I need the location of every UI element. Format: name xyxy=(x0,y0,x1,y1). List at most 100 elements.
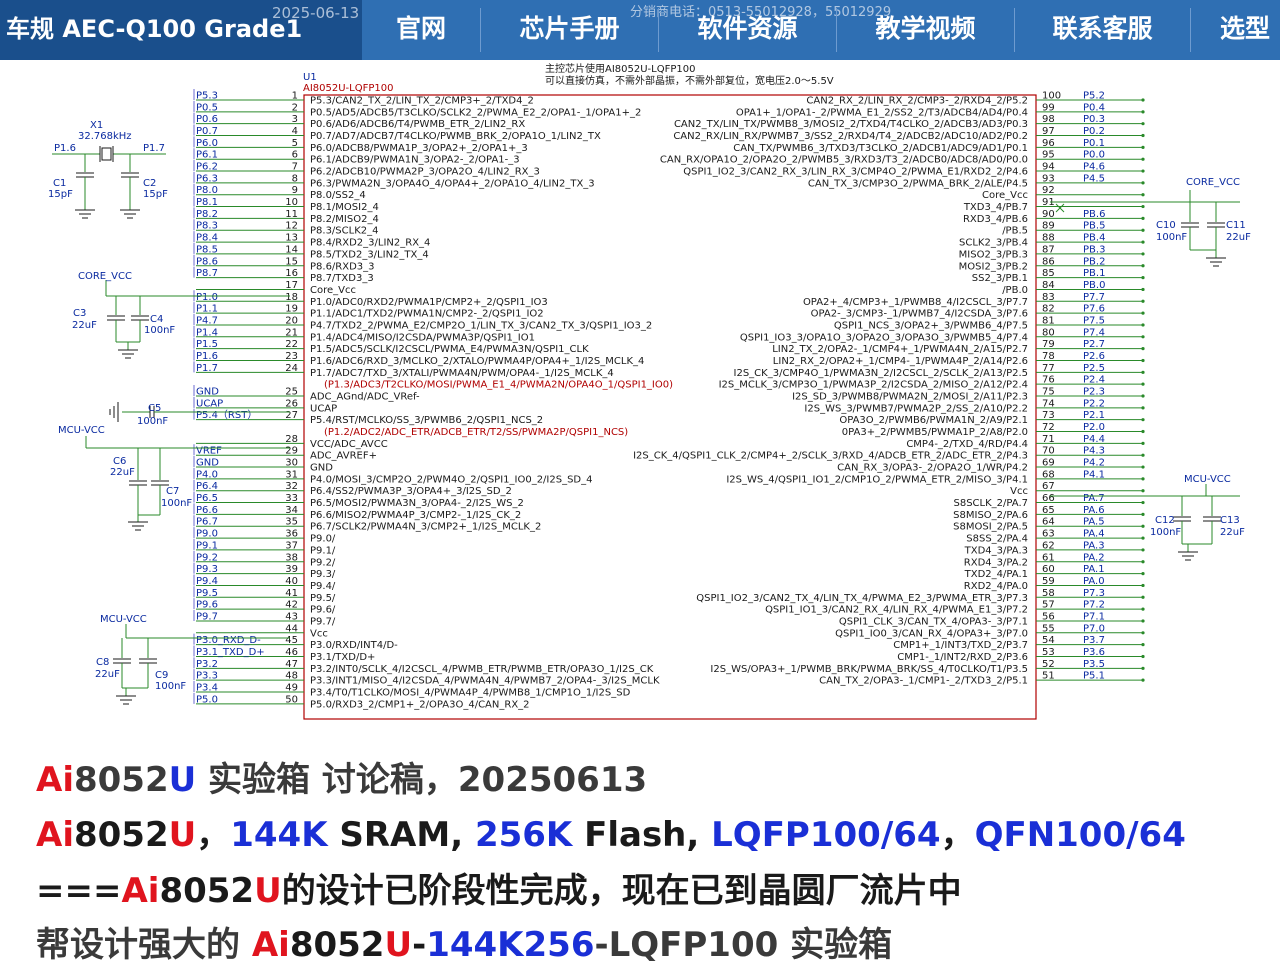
net-label: P3.3 xyxy=(196,671,218,682)
pin-number: 11 xyxy=(285,209,298,220)
pin-number: 73 xyxy=(1042,410,1055,421)
pin-number: 51 xyxy=(1042,671,1055,682)
wire-junction xyxy=(1141,394,1145,398)
net-label: P9.1 xyxy=(196,540,218,551)
caption-4-u: U xyxy=(384,925,413,965)
wire-junction xyxy=(1141,311,1145,315)
left-pin-group: 1 P5.3/CAN2_TX_2/LIN_TX_2/CMP3+_2/TXD4_2P… xyxy=(193,89,673,710)
pin-number: 15 xyxy=(285,256,298,267)
pin-number: 47 xyxy=(285,659,298,670)
c2-ref: C2 xyxy=(143,178,156,189)
pin-number: 18 xyxy=(285,292,298,303)
net-label: PA.4 xyxy=(1083,529,1105,540)
pin-function-label: P5.4/RST/MCLKO/SS_3/PWMB6_2/QSPI1_NCS_2 xyxy=(310,415,543,426)
net-label: PB.0 xyxy=(1083,280,1105,291)
pin-function-label: CAN_RX_3/OPA3-_2/OPA2O_1/WR/P4.2 xyxy=(837,463,1028,474)
net-label: P0.3 xyxy=(1083,114,1105,125)
pin-function-label: QSPI1_IO0_3/CAN_RX_4/OPA3+_3/P7.0 xyxy=(835,628,1028,639)
nav-item-official-site[interactable]: 官网 xyxy=(362,0,480,60)
pin-function-label: P6.2/ADCB10/PWMA2P_3/OPA2O_4/LIN2_RX_3 xyxy=(310,167,540,178)
c8-ref: C8 xyxy=(96,657,109,668)
pin-number: 24 xyxy=(285,363,298,374)
nav-item-teaching-videos[interactable]: 教学视频 xyxy=(837,0,1014,60)
caption-line-1: Ai8052U 实验箱 讨论稿，20250613 xyxy=(36,760,647,800)
nav-item-chip-manual[interactable]: 芯片手册 xyxy=(481,0,658,60)
wire-junction xyxy=(1141,122,1145,126)
pin-function-label: OPA3O_2/PWMB6/PWMA1N_2/A9/P2.1 xyxy=(839,415,1028,426)
pin-number: 57 xyxy=(1042,600,1055,611)
net-label: P4.7 xyxy=(196,315,218,326)
pin-number: 5 xyxy=(292,138,298,149)
pin-function-label: P0.6/AD6/ADCB6/T4/PWMB_ETR_2/LIN2_RX xyxy=(310,119,525,130)
pin-number: 75 xyxy=(1042,387,1055,398)
net-label: P1.1 xyxy=(196,304,218,315)
net-label: P2.6 xyxy=(1083,351,1105,362)
net-label: P2.7 xyxy=(1083,339,1105,350)
pin-number: 77 xyxy=(1042,363,1055,374)
net-label: P7.7 xyxy=(1083,292,1105,303)
net-label: P6.5 xyxy=(196,493,218,504)
pin-function-label: ADC_AGnd/ADC_VRef- xyxy=(310,392,420,403)
net-label: PA.5 xyxy=(1083,517,1105,528)
pin-number: 36 xyxy=(285,529,298,540)
pin-function-label: P4.0/MOSI_3/CMP2O_2/PWM4O_2/QSPI1_IO0_2/… xyxy=(310,474,593,485)
pin-number: 21 xyxy=(285,327,298,338)
pin-number: 63 xyxy=(1042,529,1055,540)
net-label: PA.0 xyxy=(1083,576,1105,587)
pin-function-label: P6.6/MISO2/PWMA4P_3/CMP2-_1/I2S_CK_2 xyxy=(310,510,521,521)
pin-function-label: S8SCLK_2/PA.7 xyxy=(954,498,1029,509)
net-label: PA.7 xyxy=(1083,493,1105,504)
pin-function-label: P9.5/ xyxy=(310,593,336,604)
c5-ref: C5 xyxy=(148,403,161,414)
pin-function-label: OPA1+_1/OPA1-_2/PWMA_E1_2/SS2_2/T3/ADCB4… xyxy=(736,107,1028,118)
net-label: P8.6 xyxy=(196,256,218,267)
pin-function-label: CAN_TX_3/CMP3O_2/PWMA_BRK_2/ALE/P4.5 xyxy=(808,178,1028,189)
nav-item-selection[interactable]: 选型 xyxy=(1200,0,1280,60)
wire-junction xyxy=(1141,133,1145,138)
pin-number: 9 xyxy=(292,185,298,196)
caption-2-256k: 256K xyxy=(474,815,573,855)
net-p17-crystal: P1.7 xyxy=(143,143,165,154)
wire-junction xyxy=(1141,654,1145,659)
nav-item-software-resources[interactable]: 软件资源 xyxy=(659,0,836,60)
c10-ref: C10 xyxy=(1156,220,1176,231)
pin-number: 78 xyxy=(1042,351,1055,362)
pin-number: 25 xyxy=(285,387,298,398)
pin-number: 31 xyxy=(285,469,298,480)
net-label: P9.6 xyxy=(196,600,218,611)
net-label: GND xyxy=(196,458,219,469)
pin-number: 55 xyxy=(1042,623,1055,634)
net-label: P7.4 xyxy=(1083,327,1105,338)
wire-junction xyxy=(1141,619,1145,623)
pin-function-label: 0PA3+_2/PWMB5/PWMA1P_2/A8/P2.0 xyxy=(842,427,1028,438)
pin-function-label: I2S_WS_4/QSPI1_IO1_2/CMP1O_2/PWMA_ETR_2/… xyxy=(726,474,1028,485)
wire-junction xyxy=(1141,323,1145,327)
caption-3-ai: Ai xyxy=(121,871,160,911)
pin-function-label: /PB.5 xyxy=(1002,226,1028,237)
pin-function-label: Vcc xyxy=(310,628,328,639)
pin-number: 95 xyxy=(1042,150,1055,161)
wire-junction xyxy=(1141,500,1145,505)
caption-2-lqfp: LQFP100/64 xyxy=(711,815,941,855)
pin-function-label: P6.7/SCLK2/PWMA4N_3/CMP2+_1/I2S_MCLK_2 xyxy=(310,522,541,533)
caption-3-8052: 8052 xyxy=(159,871,255,911)
c11-value: 22uF xyxy=(1226,232,1251,243)
chip-note-line1: 主控芯片使用AI8052U-LQFP100 xyxy=(545,62,695,75)
c13-value: 22uF xyxy=(1220,527,1245,538)
c4-ref: C4 xyxy=(150,314,163,325)
pin-number: 7 xyxy=(292,162,298,173)
net-label: P6.2 xyxy=(196,162,218,173)
pin-function-label: P1.1/ADC1/TXD2/PWMA1N/CMP2-_2/QSPI1_IO2 xyxy=(310,309,544,320)
pin-number: 56 xyxy=(1042,611,1055,622)
net-label: P3.6 xyxy=(1083,647,1105,658)
pin-function-label: P6.3/PWMA2N_3/OPA4O_4/OPA4+_2/OPA1O_4/LI… xyxy=(310,178,595,189)
wire-junction xyxy=(1141,335,1145,339)
pin-function-label: QSPI1_NCS_3/OPA2+_3/PWMB6_4/P7.5 xyxy=(834,320,1028,331)
pin-number: 70 xyxy=(1042,446,1055,457)
nav-item-contact-support[interactable]: 联系客服 xyxy=(1015,0,1190,60)
pin-function-label: /PB.0 xyxy=(1002,285,1028,296)
net-label: P4.2 xyxy=(1083,458,1105,469)
pin-function-label: P3.4/T0/T1CLKO/MOSI_4/PWMA4P_4/PWMB8_1/C… xyxy=(310,688,631,699)
pin-function-label: Core_Vcc xyxy=(982,190,1028,201)
pin-function-label: CAN2_TX/LIN_TX/PWMB8_3/MOSI2_2/TXD4/T4CL… xyxy=(674,119,1028,130)
